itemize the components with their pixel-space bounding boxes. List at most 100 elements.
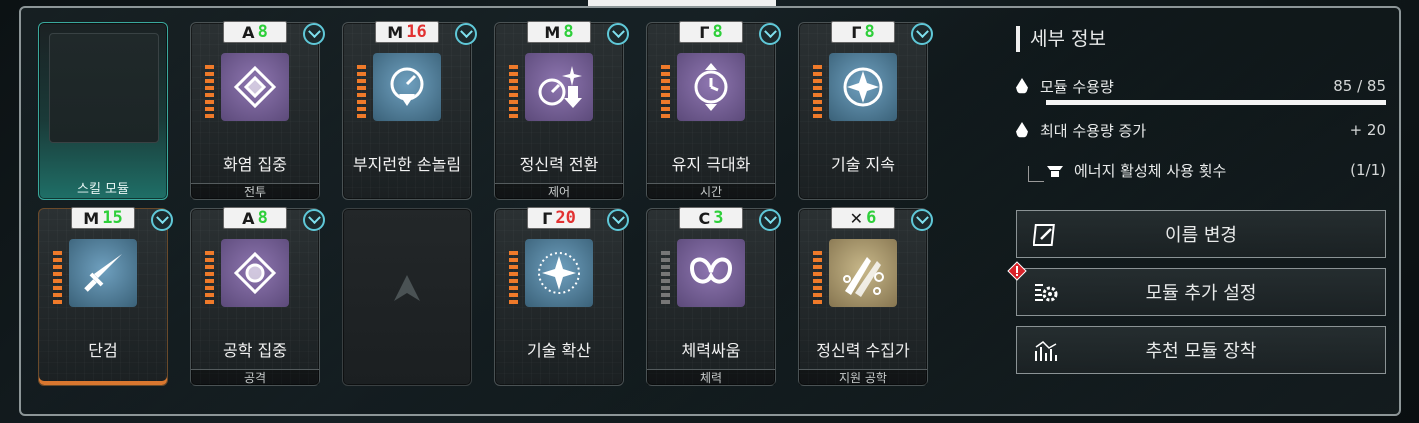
level-bars <box>357 65 366 118</box>
tree-connector <box>1028 166 1044 182</box>
card-title: 유지 극대화 <box>671 155 751 174</box>
card-title: 화염 집중 <box>223 155 287 174</box>
recommend-equip-button[interactable]: 추천 모듈 장착 <box>1016 326 1386 374</box>
capacity-row: 모듈 수용량 85 / 85 <box>1016 74 1386 98</box>
cost-badge: M 15 <box>71 207 135 229</box>
module-card[interactable]: Γ8 유지 극대화 시간 <box>646 21 781 200</box>
panel-title: 세부 정보 <box>1016 26 1106 52</box>
capacity-label: 모듈 수용량 <box>1040 77 1114 96</box>
shield-icon <box>759 209 781 231</box>
shield-icon <box>303 23 325 45</box>
card-category: 지원 공학 <box>799 369 927 385</box>
module-card[interactable]: ✕ 6 정신력 수집가 지원 공학 <box>798 207 933 386</box>
level-bars <box>205 65 214 118</box>
badge-type-icon: A <box>242 22 255 42</box>
shield-icon <box>607 23 629 45</box>
energy-activator-icon <box>1047 166 1063 177</box>
alert-icon <box>1007 261 1027 281</box>
badge-value: 20 <box>555 208 576 228</box>
badge-type-icon: C <box>698 208 711 228</box>
module-card[interactable]: Γ8 기술 지속 <box>798 21 933 200</box>
module-card[interactable]: Γ 20 기술 확산 <box>494 207 629 386</box>
card-title: 기술 확산 <box>527 341 591 360</box>
badge-type-icon: ✕ <box>849 208 864 228</box>
module-card[interactable]: M8 정신력 전환 제어 <box>494 21 629 200</box>
shield-icon <box>455 23 477 45</box>
dagger-icon <box>69 239 137 307</box>
badge-type-icon: A <box>242 208 255 228</box>
capacity-drop-icon <box>1016 78 1028 94</box>
badge-value: 8 <box>257 22 268 42</box>
cost-badge: Γ8 <box>831 21 895 43</box>
recommend-chart-icon <box>1035 341 1057 361</box>
badge-type-icon: M <box>387 22 404 42</box>
cost-badge: ✕ 6 <box>831 207 895 229</box>
badge-value: 15 <box>102 208 123 228</box>
rename-button[interactable]: 이름 변경 <box>1016 210 1386 258</box>
module-card[interactable]: M 15 단검 <box>38 207 173 386</box>
skill-module-slot[interactable]: 스킬 모듈 <box>38 22 168 200</box>
cost-badge: M 16 <box>375 21 439 43</box>
add-module-settings-button[interactable]: 모듈 추가 설정 <box>1007 261 1386 316</box>
mind-collector-icon <box>829 239 897 307</box>
capacity-bar-fill <box>1046 100 1386 105</box>
capacity-bar <box>1046 100 1386 105</box>
engineering-focus-icon <box>221 239 289 307</box>
badge-type-icon: Γ <box>542 208 553 228</box>
energy-label: 에너지 활성체 사용 횟수 <box>1074 161 1227 180</box>
endurance-loop-icon <box>677 239 745 307</box>
shield-icon <box>151 209 173 231</box>
energy-value: (1/1) <box>1350 161 1386 179</box>
energy-row: 에너지 활성체 사용 횟수 (1/1) <box>1046 158 1386 182</box>
cost-badge: M8 <box>527 21 591 43</box>
card-title: 체력싸움 <box>681 341 741 360</box>
card-title: 공학 집중 <box>223 341 287 360</box>
card-category: 체력 <box>647 369 775 385</box>
level-bars <box>509 65 518 118</box>
card-category: 전투 <box>191 183 319 199</box>
shield-icon <box>607 209 629 231</box>
badge-value: 6 <box>866 208 877 228</box>
badge-type-icon: M <box>83 208 100 228</box>
card-title: 정신력 전환 <box>519 155 599 174</box>
add-settings-label: 모듈 추가 설정 <box>1145 283 1257 304</box>
badge-value: 8 <box>563 22 574 42</box>
card-title: 기술 지속 <box>831 155 895 174</box>
edit-note-icon <box>1033 224 1055 246</box>
gauge-down-icon <box>373 53 441 121</box>
flame-focus-icon <box>221 53 289 121</box>
badge-type-icon: M <box>544 22 561 42</box>
module-card[interactable]: A8 화염 집중 전투 <box>190 21 325 200</box>
badge-value: 3 <box>713 208 724 228</box>
badge-type-icon: Γ <box>699 22 710 42</box>
empty-module-slot[interactable] <box>342 208 472 386</box>
settings-gear-icon <box>1035 284 1058 302</box>
recommend-label: 추천 모듈 장착 <box>1145 341 1257 362</box>
rename-label: 이름 변경 <box>1165 225 1237 246</box>
level-bars <box>509 251 518 304</box>
max-increase-row: 최대 수용량 증가 + 20 <box>1016 118 1386 142</box>
capacity-value: 85 / 85 <box>1333 77 1386 95</box>
level-bars <box>813 65 822 118</box>
card-category: 스킬 모듈 <box>77 182 129 197</box>
cost-badge: A8 <box>223 207 287 229</box>
max-increase-value: + 20 <box>1349 121 1386 139</box>
compass-star-icon <box>829 53 897 121</box>
module-card[interactable]: M 16 부지런한 손놀림 <box>342 21 477 200</box>
cost-badge: A8 <box>223 21 287 43</box>
shield-icon <box>759 23 781 45</box>
shield-icon <box>303 209 325 231</box>
shield-icon <box>911 209 933 231</box>
level-bars <box>205 251 214 304</box>
module-card[interactable]: A8 공학 집중 공격 <box>190 207 325 386</box>
max-increase-label: 최대 수용량 증가 <box>1040 121 1147 140</box>
cost-badge: Γ 20 <box>527 207 591 229</box>
mind-switch-icon <box>525 53 593 121</box>
capacity-plus-icon <box>1016 122 1028 138</box>
empty-slot-area <box>49 33 159 143</box>
card-title: 정신력 수집가 <box>816 341 910 360</box>
shield-icon <box>911 23 933 45</box>
module-card[interactable]: C3 체력싸움 체력 <box>646 207 781 386</box>
card-category: 공격 <box>191 369 319 385</box>
card-title: 부지런한 손놀림 <box>352 155 462 174</box>
